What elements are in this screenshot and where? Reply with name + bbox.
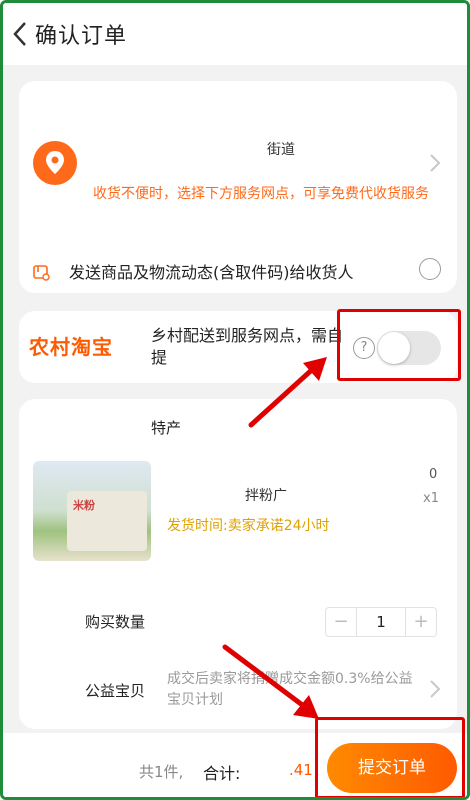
product-package-graphic: 米粉 — [67, 491, 147, 551]
total-label: 合计: — [203, 764, 241, 783]
product-image[interactable]: 米粉 — [33, 461, 151, 561]
ship-time-text: 发货时间:卖家承诺24小时 — [167, 518, 330, 534]
address-street: 街道 — [267, 142, 295, 158]
product-title[interactable]: 拌粉广 — [245, 485, 287, 505]
total-amount: .41 — [289, 761, 313, 779]
notify-recipient-label: 发送商品及物流动态(含取件码)给收货人 — [69, 263, 354, 282]
package-notify-icon — [33, 265, 50, 281]
address-hint: 收货不便时，选择下方服务网点，可享免费代收货服务 — [93, 186, 429, 202]
charity-label: 公益宝贝 — [85, 682, 146, 700]
chevron-right-icon — [430, 154, 441, 172]
notify-recipient-radio[interactable] — [419, 258, 441, 280]
shop-name[interactable]: 特产 — [151, 417, 181, 438]
app-frame: 确认订单 街道 收货不便时，选择下方服务网点，可享免费代收货服务 发送商品及物流… — [0, 0, 470, 800]
quantity-label: 购买数量 — [85, 613, 146, 631]
toggle-highlight-box — [337, 309, 461, 381]
item-count: 共1件, — [139, 763, 184, 781]
address-card[interactable]: 街道 收货不便时，选择下方服务网点，可享免费代收货服务 发送商品及物流动态(含取… — [19, 81, 457, 293]
rural-taobao-logo: 农村淘宝 — [29, 335, 113, 359]
decrease-button[interactable]: − — [326, 608, 356, 636]
page-title: 确认订单 — [35, 24, 128, 49]
submit-highlight-box — [315, 717, 465, 797]
increase-button[interactable]: + — [406, 608, 436, 636]
product-price: 0 — [429, 467, 438, 482]
annotation-arrow-icon — [248, 357, 327, 428]
chevron-right-icon[interactable] — [429, 679, 441, 699]
quantity-stepper: − 1 + — [325, 607, 437, 637]
page-header: 确认订单 — [3, 3, 467, 65]
product-quantity: x1 — [423, 491, 439, 506]
back-arrow-icon[interactable] — [9, 19, 33, 49]
annotation-arrow-icon — [222, 644, 319, 719]
quantity-value[interactable]: 1 — [356, 608, 406, 636]
location-pin-icon — [33, 141, 77, 185]
product-package-label: 米粉 — [73, 499, 95, 512]
